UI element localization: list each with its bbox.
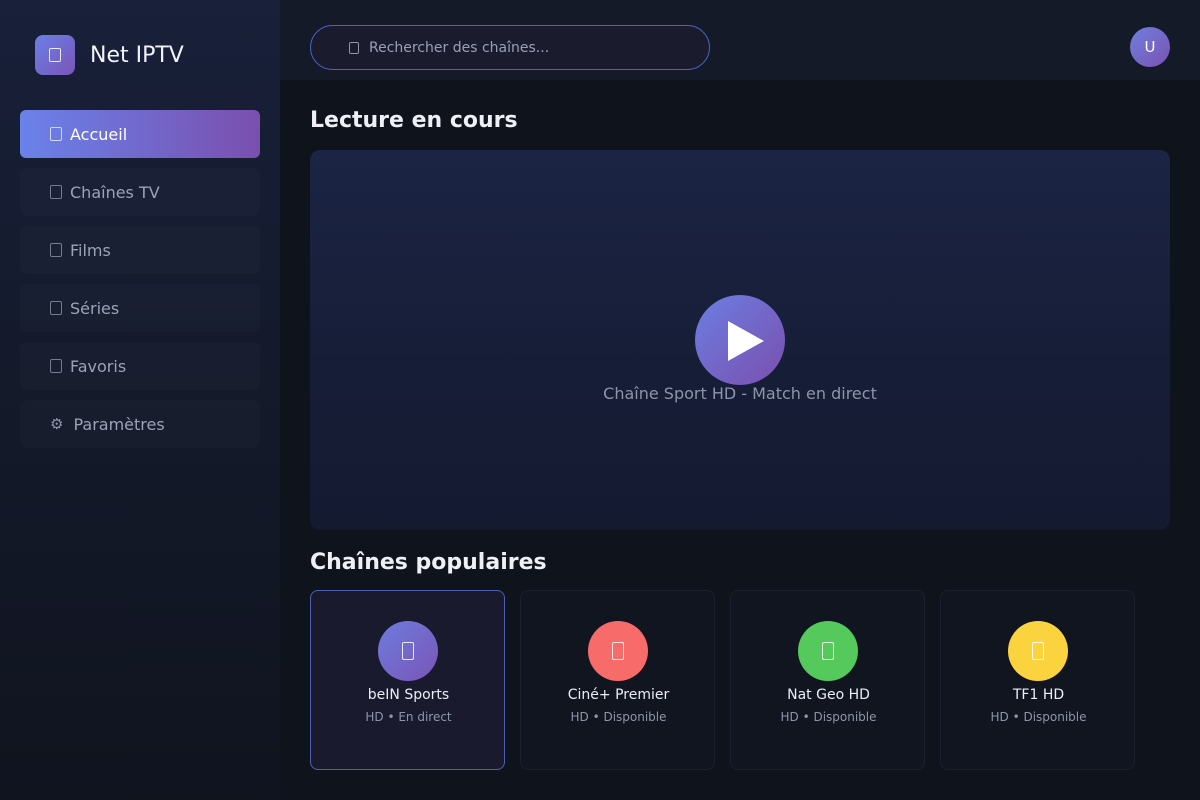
film-icon [50, 243, 62, 257]
channel-logo-icon [588, 621, 648, 681]
search-icon [349, 41, 359, 54]
channel-logo-icon [798, 621, 858, 681]
sidebar-item-label: Paramètres [73, 414, 165, 434]
user-avatar[interactable]: U [1130, 27, 1170, 67]
channel-meta: HD • En direct [365, 710, 452, 724]
channel-name: Nat Geo HD [787, 687, 870, 703]
channel-logo-icon [378, 621, 438, 681]
sidebar-item-parametres[interactable]: ⚙ Paramètres [20, 400, 260, 448]
sidebar: Net IPTV Accueil Chaînes TV Films Séries [0, 0, 280, 800]
channel-glyph-icon [822, 642, 834, 660]
channel-name: Ciné+ Premier [567, 687, 670, 703]
popular-channels-heading: Chaînes populaires [310, 550, 547, 575]
sidebar-item-label: Favoris [70, 356, 127, 376]
channel-meta: HD • Disponible [570, 710, 667, 724]
play-button[interactable] [695, 295, 785, 385]
channel-glyph-icon [402, 642, 414, 660]
sidebar-item-chaines-tv[interactable]: Chaînes TV [20, 168, 260, 216]
channel-name: TF1 HD [1012, 687, 1065, 703]
tv-icon [50, 185, 62, 199]
sidebar-item-films[interactable]: Films [20, 226, 260, 274]
channel-glyph-icon [1032, 642, 1044, 660]
search-bar[interactable] [310, 25, 710, 70]
series-icon [50, 301, 62, 315]
star-icon [50, 359, 62, 373]
sidebar-nav: Accueil Chaînes TV Films Séries Favoris … [20, 110, 260, 458]
sidebar-item-label: Séries [70, 298, 120, 318]
home-icon [50, 127, 62, 141]
channel-glyph-icon [612, 642, 624, 660]
channel-card[interactable]: Nat Geo HD HD • Disponible [730, 590, 925, 770]
channel-meta: HD • Disponible [780, 710, 877, 724]
now-playing-heading: Lecture en cours [310, 108, 518, 133]
tv-logo-glyph-icon [49, 48, 61, 62]
channel-logo-icon [1008, 621, 1068, 681]
channel-card[interactable]: Ciné+ Premier HD • Disponible [520, 590, 715, 770]
app-logo-icon [35, 35, 75, 75]
sidebar-item-label: Accueil [70, 124, 128, 144]
brand[interactable]: Net IPTV [35, 35, 184, 75]
video-player[interactable]: Chaîne Sport HD - Match en direct [310, 150, 1170, 530]
app-title: Net IPTV [90, 42, 184, 68]
search-input[interactable] [369, 39, 689, 56]
sidebar-item-accueil[interactable]: Accueil [20, 110, 260, 158]
play-icon [728, 321, 764, 361]
sidebar-item-series[interactable]: Séries [20, 284, 260, 332]
channel-list: beIN Sports HD • En direct Ciné+ Premier… [310, 590, 1140, 770]
channel-card[interactable]: TF1 HD HD • Disponible [940, 590, 1135, 770]
now-playing-caption: Chaîne Sport HD - Match en direct [603, 384, 877, 403]
sidebar-item-favoris[interactable]: Favoris [20, 342, 260, 390]
gear-icon: ⚙ [50, 414, 64, 433]
channel-card[interactable]: beIN Sports HD • En direct [310, 590, 505, 770]
top-header: U [280, 0, 1200, 80]
sidebar-item-label: Chaînes TV [70, 182, 160, 202]
avatar-initial: U [1144, 38, 1156, 56]
sidebar-item-label: Films [70, 240, 111, 260]
app-window: Net IPTV Accueil Chaînes TV Films Séries [0, 0, 1200, 800]
channel-name: beIN Sports [367, 687, 450, 703]
channel-meta: HD • Disponible [990, 710, 1087, 724]
